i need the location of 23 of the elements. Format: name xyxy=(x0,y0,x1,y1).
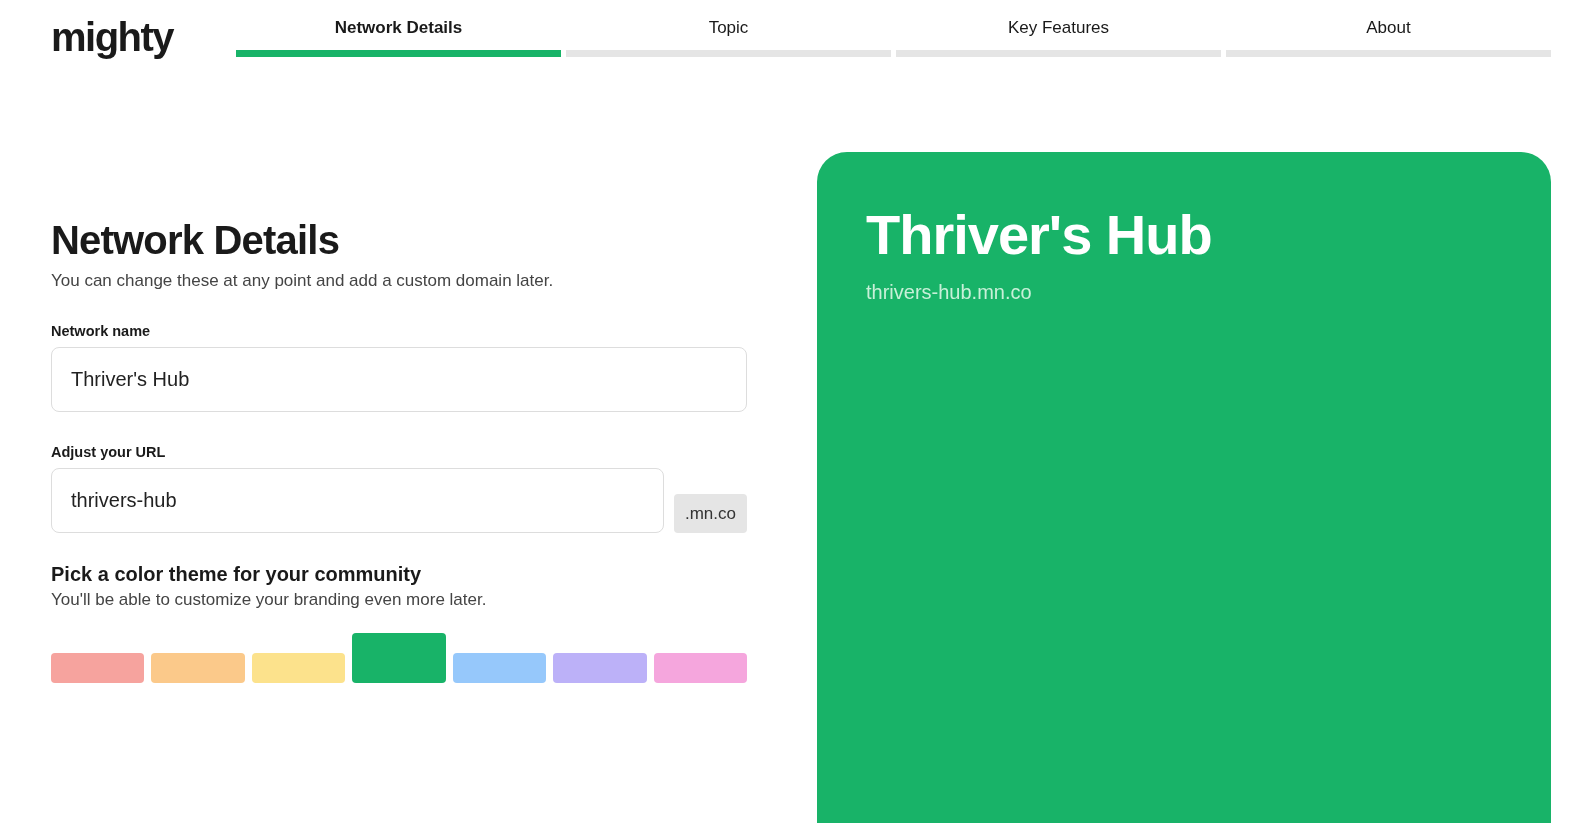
section-subtitle: You'll be able to customize your branding even more later. xyxy=(51,590,488,610)
url-suffix: .mn.co xyxy=(673,494,747,533)
color-swatch[interactable] xyxy=(553,653,647,683)
color-swatch[interactable] xyxy=(452,653,547,683)
color-swatch[interactable] xyxy=(51,653,145,683)
page-title: Network Details xyxy=(51,218,341,263)
step-tab[interactable]: Network Details xyxy=(236,14,561,57)
color-swatch[interactable] xyxy=(352,633,446,683)
field-label: Adjust your URL xyxy=(51,444,167,460)
step-tab[interactable]: About xyxy=(1226,14,1551,57)
color-swatch[interactable] xyxy=(251,653,346,683)
logo: mighty xyxy=(51,14,175,60)
preview-url: thrivers-hub.mn.co xyxy=(866,281,1033,304)
url-field[interactable]: thrivers-hub xyxy=(51,468,664,533)
network-name-field[interactable]: Thriver's Hub xyxy=(51,347,747,412)
color-swatch[interactable] xyxy=(151,653,245,683)
color-swatch[interactable] xyxy=(653,653,747,683)
page-subtitle: You can change these at any point and add a custom domain later. xyxy=(51,271,555,291)
preview-title: Thriver's Hub xyxy=(866,202,1213,267)
field-label: Network name xyxy=(51,323,152,339)
step-tab[interactable]: Key Features xyxy=(896,14,1221,57)
step-tab[interactable]: Topic xyxy=(566,14,891,57)
section-title: Pick a color theme for your community xyxy=(51,563,423,586)
